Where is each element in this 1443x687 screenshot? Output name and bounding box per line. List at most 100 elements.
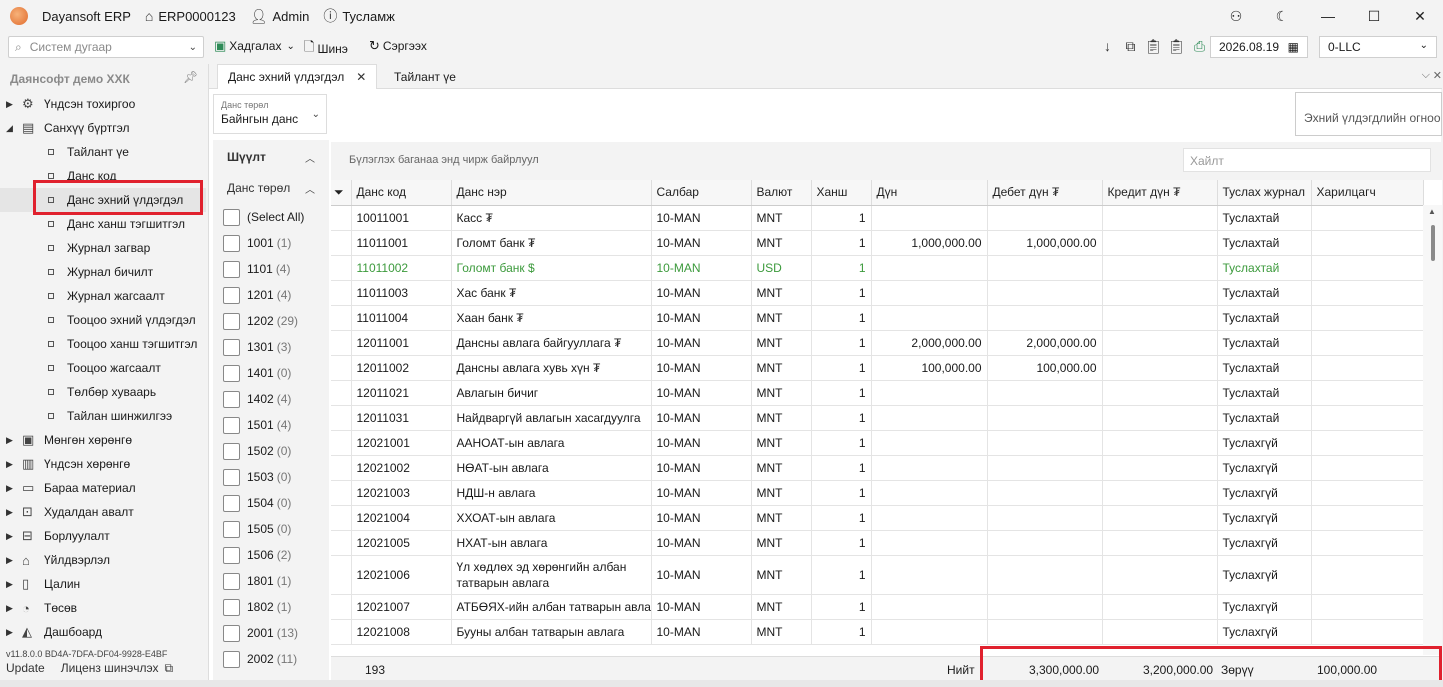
cell-branch[interactable]: 10-MAN (651, 455, 752, 481)
date-picker[interactable]: 2026.08.19 ▦ (1210, 36, 1308, 58)
cell-party[interactable] (1311, 305, 1424, 331)
cell-rate[interactable]: 1 (811, 594, 872, 620)
cell-debit[interactable] (987, 430, 1103, 456)
cell-name[interactable]: Голомт банк $ (451, 255, 652, 281)
filter-option[interactable]: 1505 (0) (223, 516, 291, 542)
table-row[interactable]: 12011002 Дансны авлага хувь хүн ₮ 10-MAN MN… (331, 355, 1424, 381)
cell-branch[interactable]: 10-MAN (651, 305, 752, 331)
scroll-up-icon[interactable]: ▲ (1428, 207, 1436, 216)
cell-branch[interactable]: 10-MAN (651, 430, 752, 456)
tab-opening-balance[interactable]: Данс эхний үлдэгдэл ✕ (217, 64, 378, 89)
cell-debit[interactable] (987, 505, 1103, 531)
cell-rate[interactable]: 1 (811, 280, 872, 306)
sidebar-item[interactable]: Журнал жагсаалт (0, 284, 206, 308)
cell-rate[interactable]: 1 (811, 619, 872, 645)
cell-cur[interactable]: MNT (751, 480, 812, 506)
cell-credit[interactable] (1102, 555, 1218, 595)
cell-branch[interactable]: 10-MAN (651, 380, 752, 406)
cell-code[interactable]: 11011001 (351, 230, 452, 256)
checkbox[interactable] (223, 364, 240, 382)
table-row[interactable]: 12011031 Найдваргүй авлагын хасагдуулга 10… (331, 405, 1424, 431)
cell-amount[interactable] (871, 480, 988, 506)
cell-name[interactable]: НХАТ-ын авлага (451, 530, 652, 556)
cell-debit[interactable] (987, 380, 1103, 406)
cell-amount[interactable]: 100,000.00 (871, 355, 988, 381)
column-header[interactable]: Дебет дүн ₮ (987, 180, 1103, 206)
user-menu[interactable]: 👤︎ Admin (250, 8, 310, 25)
cell-name[interactable]: Хас банк ₮ (451, 280, 652, 306)
sidebar-module[interactable]: ▶ ◔ Төсөв (0, 596, 206, 620)
sidebar-module[interactable]: ▶ ▯ Цалин (0, 572, 206, 596)
cell-name[interactable]: Үл хөдлөх эд хөрөнгийн албан татварын ав… (451, 555, 652, 595)
column-header[interactable]: Кредит дүн ₮ (1102, 180, 1218, 206)
help-menu[interactable]: ⓘ Тусламж (323, 6, 395, 26)
filter-option[interactable]: 1201 (4) (223, 282, 291, 308)
cell-name[interactable]: НӨАТ-ын авлага (451, 455, 652, 481)
cell-branch[interactable]: 10-MAN (651, 505, 752, 531)
sidebar-item[interactable]: Тооцоо жагсаалт (0, 356, 206, 380)
sidebar-module[interactable]: ▶ ▣ Мөнгөн хөрөнгө (0, 428, 206, 452)
new-button[interactable]: 🗋︎ Шинэ (304, 38, 348, 60)
chevron-down-icon[interactable]: ⌵ (1422, 69, 1430, 82)
cell-name[interactable]: ААНОАТ-ын авлага (451, 430, 652, 456)
cell-party[interactable] (1311, 480, 1424, 506)
cell-branch[interactable]: 10-MAN (651, 405, 752, 431)
cell-name[interactable]: Авлагын бичиг (451, 380, 652, 406)
cell-amount[interactable] (871, 380, 988, 406)
cell-name[interactable]: АТБӨЯХ-ийн албан татварын авлага (451, 594, 652, 620)
sidebar-module[interactable]: ▶ ◭ Дашбоард (0, 620, 206, 644)
cell-credit[interactable] (1102, 230, 1218, 256)
cell-debit[interactable] (987, 205, 1103, 231)
filter-option[interactable]: 1506 (2) (223, 542, 291, 568)
filter-option[interactable]: 1101 (4) (223, 256, 290, 282)
sidebar-item[interactable]: Данс ханш тэгшитгэл (0, 212, 206, 236)
table-row[interactable]: 12021001 ААНОАТ-ын авлага 10-MAN MNT 1 Туслах… (331, 430, 1424, 456)
cell-branch[interactable]: 10-MAN (651, 230, 752, 256)
sidebar-module[interactable]: ▶ ⊟ Борлуулалт (0, 524, 206, 548)
cell-rate[interactable]: 1 (811, 255, 872, 281)
sidebar-module[interactable]: ▶ ⚙ Үндсэн тохиргоо (0, 92, 206, 116)
cell-amount[interactable] (871, 530, 988, 556)
cell-name[interactable]: Дансны авлага байгууллага ₮ (451, 330, 652, 356)
copy-icon[interactable]: ⧉ (164, 661, 173, 676)
cell-debit[interactable] (987, 530, 1103, 556)
cell-amount[interactable] (871, 594, 988, 620)
cell-branch[interactable]: 10-MAN (651, 355, 752, 381)
cell-journal[interactable]: Туслахтай (1217, 380, 1312, 406)
cell-code[interactable]: 12021001 (351, 430, 452, 456)
cell-code[interactable]: 12021008 (351, 619, 452, 645)
cell-name[interactable]: ХХОАТ-ын авлага (451, 505, 652, 531)
cell-code[interactable]: 12021003 (351, 480, 452, 506)
cell-amount[interactable] (871, 405, 988, 431)
cell-code[interactable]: 11011004 (351, 305, 452, 331)
close-icon[interactable]: ✕ (1433, 69, 1442, 82)
filter-option[interactable]: 1402 (4) (223, 386, 291, 412)
cell-credit[interactable] (1102, 619, 1218, 645)
tab-period[interactable]: Тайлант үе (384, 64, 466, 89)
cell-journal[interactable]: Туслахтай (1217, 305, 1312, 331)
cell-code[interactable]: 12021006 (351, 555, 452, 595)
table-row[interactable]: 12021007 АТБӨЯХ-ийн албан татварын авлага… (331, 594, 1424, 620)
cell-rate[interactable]: 1 (811, 480, 872, 506)
table-row[interactable]: 12021006 Үл хөдлөх эд хөрөнгийн албан тат… (331, 555, 1424, 595)
filter-option[interactable]: 1301 (3) (223, 334, 291, 360)
cell-cur[interactable]: MNT (751, 205, 812, 231)
refresh-button[interactable]: ↻ Сэргээх (369, 38, 427, 54)
checkbox[interactable] (223, 416, 240, 434)
cell-party[interactable] (1311, 380, 1424, 406)
copy-icon[interactable]: ⧉ (1119, 38, 1142, 55)
cell-code[interactable]: 11011002 (351, 255, 452, 281)
cell-journal[interactable]: Туслахтай (1217, 355, 1312, 381)
cell-debit[interactable] (987, 619, 1103, 645)
maximize-button[interactable]: ☐ (1351, 8, 1397, 25)
pin-icon[interactable]: 📌︎ (183, 70, 198, 84)
cell-credit[interactable] (1102, 305, 1218, 331)
sidebar-module[interactable]: ▶ ⊡ Худалдан авалт (0, 500, 206, 524)
account-type-select[interactable]: Данс төрөл Байнгын данс ⌄ (213, 94, 327, 134)
cell-name[interactable]: НДШ-н авлага (451, 480, 652, 506)
checkbox[interactable] (223, 546, 240, 564)
cell-rate[interactable]: 1 (811, 355, 872, 381)
cell-credit[interactable] (1102, 330, 1218, 356)
checkbox[interactable] (223, 520, 240, 538)
checkbox[interactable] (223, 442, 240, 460)
